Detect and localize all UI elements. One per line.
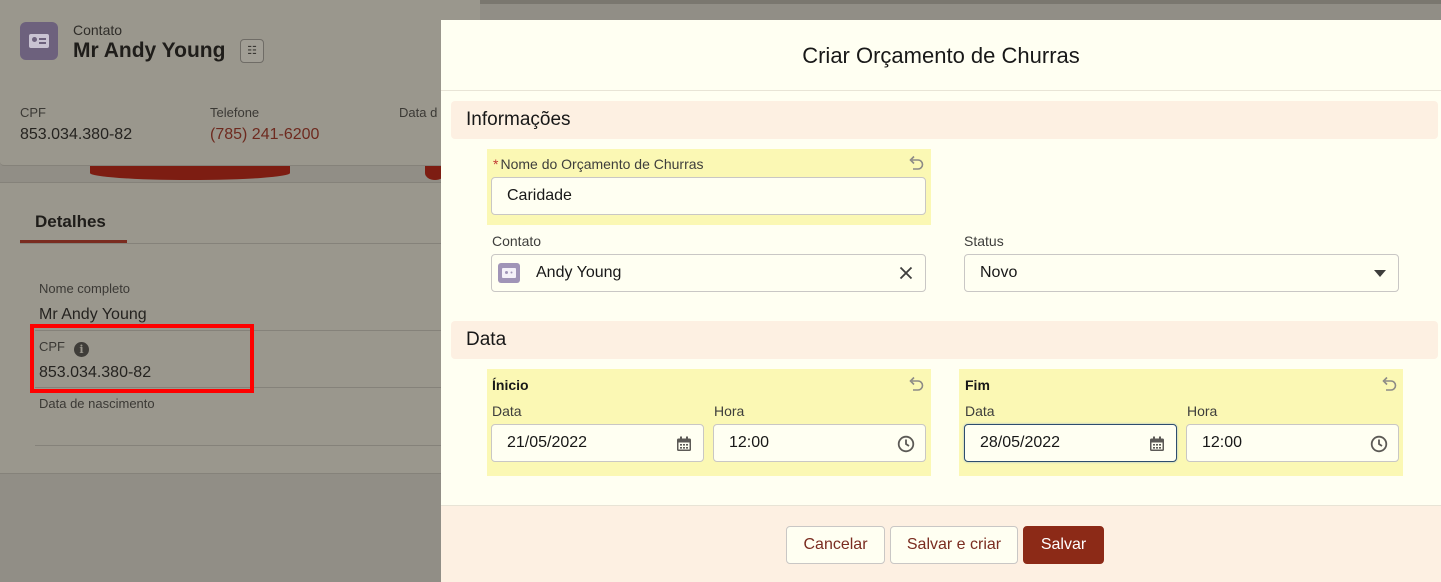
hierarchy-icon[interactable]: ☷ — [240, 39, 264, 63]
start-group-label: Ínicio — [492, 377, 529, 393]
contact-icon — [498, 263, 520, 283]
start-time-input[interactable]: 12:00 — [713, 424, 926, 462]
end-group-label: Fim — [965, 377, 990, 393]
phone-link[interactable]: (785) 241-6200 — [210, 126, 319, 144]
status-select[interactable]: Novo — [964, 254, 1399, 292]
contact-lookup[interactable]: Andy Young — [491, 254, 926, 292]
calendar-icon[interactable] — [675, 435, 693, 453]
contact-value: Andy Young — [536, 264, 622, 281]
annotation-highlight-box — [30, 324, 254, 393]
required-indicator: * — [493, 156, 499, 172]
section-title: Informações — [466, 109, 571, 130]
object-type-label: Contato — [73, 22, 123, 38]
start-date-label: Data — [492, 403, 522, 419]
section-title: Data — [466, 329, 507, 350]
modal-title: Criar Orçamento de Churras — [441, 20, 1441, 91]
record-title: Mr Andy Young — [73, 39, 226, 62]
cancel-button[interactable]: Cancelar — [786, 526, 885, 564]
header-field-label-cpf: CPF — [20, 105, 46, 120]
section-header-date[interactable]: Data — [451, 321, 1438, 359]
chevron-down-icon — [1374, 270, 1386, 277]
undo-icon[interactable] — [1380, 375, 1398, 393]
save-button[interactable]: Salvar — [1023, 526, 1104, 564]
end-time-value: 12:00 — [1202, 434, 1243, 451]
clear-icon[interactable] — [897, 264, 915, 282]
calendar-icon[interactable] — [1148, 435, 1166, 453]
clock-icon[interactable] — [1370, 435, 1388, 453]
tab-details[interactable]: Detalhes — [35, 212, 106, 232]
full-name-value: Mr Andy Young — [39, 306, 147, 323]
contact-icon — [20, 22, 58, 60]
undo-icon[interactable] — [907, 375, 925, 393]
section-header-info[interactable]: Informações — [451, 101, 1438, 139]
modal-footer: Cancelar Salvar e criar Salvar — [441, 505, 1441, 582]
header-field-label-phone: Telefone — [210, 105, 260, 120]
start-time-label: Hora — [714, 403, 745, 419]
end-date-label: Data — [965, 403, 995, 419]
name-label-text: Nome do Orçamento de Churras — [500, 156, 704, 172]
record-header: Contato Mr Andy Young ☷ CPF 853.034.380-… — [0, 0, 480, 166]
create-record-modal: Criar Orçamento de Churras Informações *… — [441, 20, 1441, 582]
header-field-label-birth: Data d — [399, 105, 438, 120]
birth-date-label: Data de nascimento — [39, 396, 155, 411]
status-label: Status — [964, 233, 1004, 249]
header-field-value-cpf: 853.034.380-82 — [20, 126, 133, 143]
divider — [20, 243, 480, 244]
name-field-label: * Nome do Orçamento de Churras — [493, 156, 704, 172]
divider — [35, 445, 480, 446]
end-date-input[interactable]: 28/05/2022 — [964, 424, 1177, 462]
undo-icon[interactable] — [907, 154, 925, 172]
header-decoration — [90, 166, 290, 180]
contact-label: Contato — [492, 233, 542, 249]
save-and-new-button[interactable]: Salvar e criar — [890, 526, 1018, 564]
end-date-value: 28/05/2022 — [980, 434, 1061, 451]
name-input[interactable]: Caridade — [491, 177, 926, 215]
clock-icon[interactable] — [897, 435, 915, 453]
end-time-label: Hora — [1187, 403, 1218, 419]
end-time-input[interactable]: 12:00 — [1186, 424, 1399, 462]
start-date-input[interactable]: 21/05/2022 — [491, 424, 704, 462]
status-value: Novo — [980, 264, 1018, 281]
full-name-label: Nome completo — [39, 281, 131, 296]
start-time-value: 12:00 — [729, 434, 770, 451]
start-date-value: 21/05/2022 — [507, 434, 588, 451]
